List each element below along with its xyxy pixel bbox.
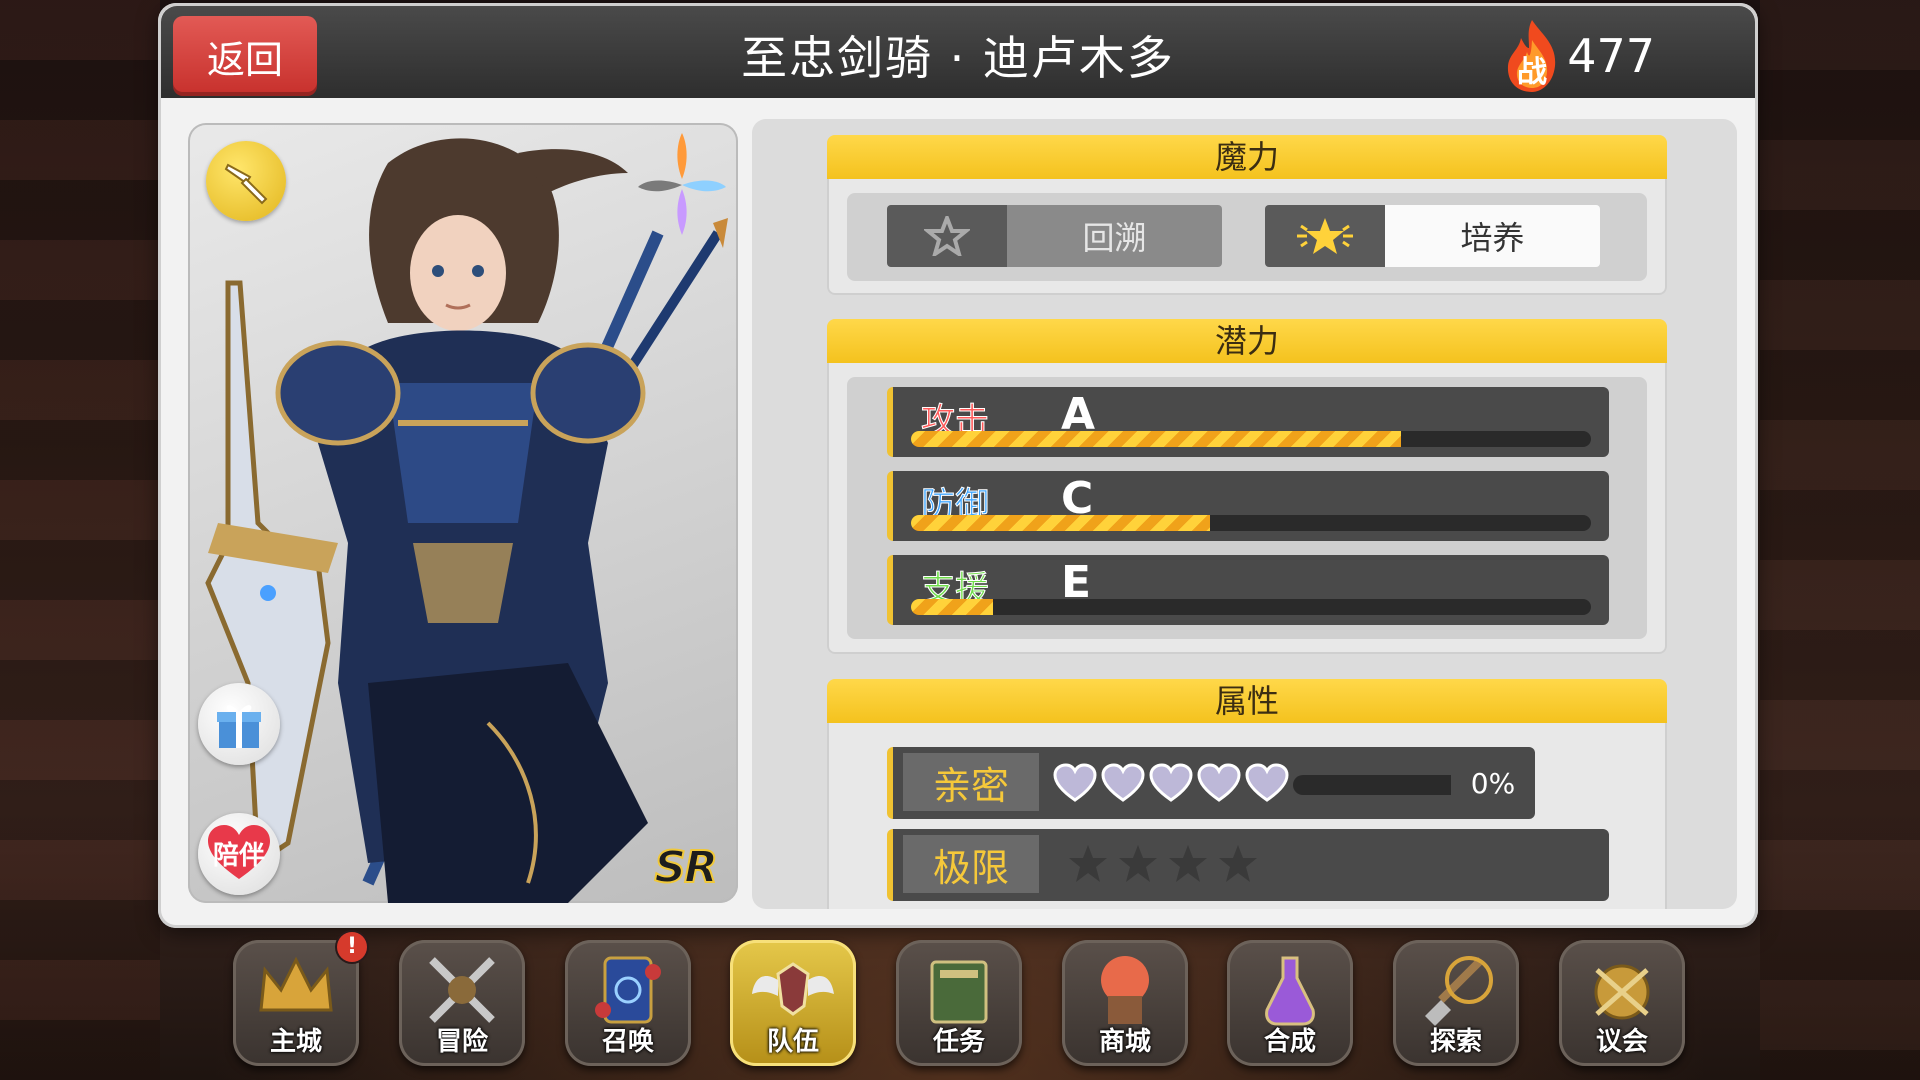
combat-power: 战 477 — [1503, 18, 1655, 94]
intimacy-hearts — [1053, 763, 1289, 803]
character-dialog: 返回 至忠剑骑 · 迪卢木多 战 477 陪伴 SR 魔力 回溯 培养 潜力 攻… — [158, 3, 1758, 928]
train-button[interactable]: 培养 — [1265, 205, 1600, 267]
crossed-swords-icon — [429, 957, 495, 1023]
intimacy-label: 亲密 — [903, 753, 1039, 811]
limit-stars — [1067, 843, 1259, 885]
nav-label: 队伍 — [766, 1027, 819, 1057]
potential-bar-fill — [911, 599, 993, 615]
shovel-icon — [1425, 956, 1493, 1026]
rewind-star-icon — [887, 205, 1007, 267]
attributes-section: 属性 亲密 0% 极限 — [827, 679, 1667, 909]
nav-label: 议会 — [1595, 1027, 1648, 1057]
train-label: 培养 — [1385, 205, 1600, 267]
background-right — [1760, 0, 1920, 1080]
nav-main-city[interactable]: 主城 ! — [233, 932, 367, 1066]
nav-label: 探索 — [1429, 1027, 1482, 1057]
heart-outline-icon — [1053, 763, 1097, 802]
character-portrait: 陪伴 SR — [188, 123, 738, 903]
bottom-nav: 主城 ! 冒险 召唤 队伍 任务 商城 合成 探索 议会 — [0, 932, 1920, 1080]
heart-outline-icon — [1149, 763, 1193, 802]
spear-class-icon — [206, 141, 286, 221]
potential-title: 潜力 — [827, 319, 1667, 363]
heart-outline-icon — [1101, 763, 1145, 802]
crown-icon — [259, 956, 333, 1012]
nav-council[interactable]: 议会 — [1559, 940, 1685, 1066]
nav-quest[interactable]: 任务 — [896, 940, 1022, 1066]
nav-adventure[interactable]: 冒险 — [399, 940, 525, 1066]
nav-craft[interactable]: 合成 — [1227, 940, 1353, 1066]
nav-label: 合成 — [1263, 1027, 1316, 1057]
train-star-icon — [1265, 205, 1385, 267]
potential-row-defense: 防御 C — [887, 471, 1609, 541]
companion-button[interactable]: 陪伴 — [198, 813, 280, 895]
potential-bar — [911, 599, 1591, 615]
attributes-body: 亲密 0% 极限 — [847, 737, 1647, 909]
potion-icon — [1265, 956, 1315, 1026]
star-empty-icon — [1119, 845, 1157, 882]
character-art — [205, 138, 728, 903]
mana-title: 魔力 — [827, 135, 1667, 179]
gift-icon — [217, 705, 261, 748]
nav-label: 商城 — [1098, 1027, 1151, 1057]
rarity-badge: SR — [653, 841, 719, 894]
star-empty-icon — [1219, 845, 1257, 882]
heart-outline-icon — [1197, 763, 1241, 802]
potential-bar-fill — [911, 431, 1401, 447]
rewind-button[interactable]: 回溯 — [887, 205, 1222, 267]
council-emblem-icon — [1594, 964, 1650, 1020]
heart-outline-icon — [1245, 763, 1289, 802]
mana-section: 魔力 回溯 培养 — [827, 135, 1667, 295]
nav-team[interactable]: 队伍 — [730, 940, 856, 1066]
nav-label: 冒险 — [435, 1027, 488, 1057]
nav-label: 主城 — [269, 1027, 322, 1057]
background-left — [0, 0, 160, 1080]
intimacy-row: 亲密 — [887, 747, 1509, 819]
power-value: 477 — [1567, 29, 1655, 83]
attributes-title: 属性 — [827, 679, 1667, 723]
power-icon-label: 战 — [1517, 55, 1547, 90]
potential-bar — [911, 431, 1591, 447]
card-icon — [595, 956, 661, 1024]
shop-tree-icon — [1101, 956, 1149, 1024]
potential-section: 潜力 攻击 A 防御 C 支援 E — [827, 319, 1667, 654]
limit-row: 极限 — [887, 829, 1609, 901]
stats-panel: 魔力 回溯 培养 潜力 攻击 A 防御 C 支援 E 属性 亲密 0% 极限 — [752, 119, 1737, 909]
four-element-icon — [638, 133, 726, 235]
limit-label: 极限 — [903, 835, 1039, 893]
rewind-label: 回溯 — [1007, 205, 1222, 267]
potential-body: 攻击 A 防御 C 支援 E — [847, 377, 1647, 639]
potential-bar — [911, 515, 1591, 531]
gift-button[interactable] — [198, 683, 280, 765]
header-bar: 返回 至忠剑骑 · 迪卢木多 战 477 — [161, 6, 1755, 98]
nav-label: 任务 — [932, 1027, 985, 1057]
nav-label: 召唤 — [601, 1027, 654, 1057]
mana-body: 回溯 培养 — [847, 193, 1647, 281]
star-empty-icon — [1169, 845, 1207, 882]
nav-explore[interactable]: 探索 — [1393, 940, 1519, 1066]
nav-summon[interactable]: 召唤 — [565, 940, 691, 1066]
potential-row-attack: 攻击 A — [887, 387, 1609, 457]
potential-bar-fill — [911, 515, 1211, 531]
winged-shield-icon — [752, 962, 834, 1016]
book-icon — [930, 960, 988, 1024]
star-empty-icon — [1069, 845, 1107, 882]
nav-shop[interactable]: 商城 — [1062, 940, 1188, 1066]
potential-row-support: 支援 E — [887, 555, 1609, 625]
flame-icon: 战 — [1508, 20, 1556, 92]
intimacy-percent: 0% — [1451, 747, 1535, 819]
alert-badge: ! — [337, 932, 367, 962]
companion-label: 陪伴 — [212, 841, 265, 871]
